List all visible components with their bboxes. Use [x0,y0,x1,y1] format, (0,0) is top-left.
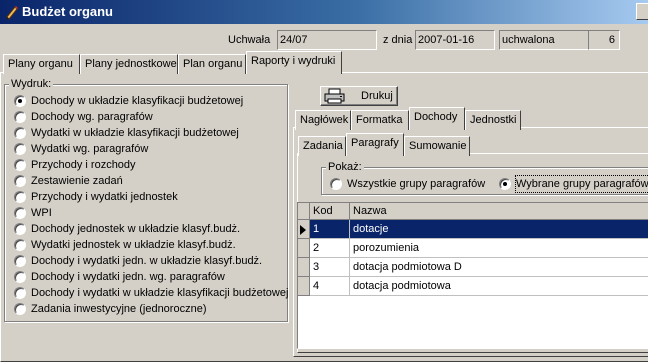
wydruk-option[interactable]: Zadania inwestycyjne (jednoroczne) [14,301,288,317]
tab-jednostki[interactable]: Jednostki [465,110,521,130]
wydruk-label: Wydruk: [9,78,54,90]
radio-button[interactable] [14,287,26,299]
tab-plan-organu[interactable]: Plan organu [178,54,246,74]
wydruk-option-label: Dochody wg. paragrafów [31,111,153,123]
date-field[interactable]: 2007-01-16 [415,30,495,50]
wydruk-option[interactable]: Dochody i wydatki jedn. w układzie klasy… [14,253,288,269]
tab-naglowek[interactable]: Nagłówek [295,110,351,130]
wydruk-option-label: Zestawienie zadań [31,175,123,187]
window-control-button[interactable] [636,3,648,20]
radio-button[interactable] [14,303,26,315]
tab-zadania[interactable]: Zadania [298,136,346,156]
wydruk-option-label: Dochody i wydatki jedn. w układzie klasy… [31,255,263,267]
radio-button[interactable] [14,223,26,235]
column-header-nazwa[interactable]: Nazwa [350,203,648,220]
wydruk-option[interactable]: Przychody i wydatki jednostek [14,189,288,205]
radio-button[interactable] [14,207,26,219]
radio-button[interactable] [14,191,26,203]
wydruk-option-label: Dochody i wydatki jedn. wg. paragrafów [31,271,225,283]
uchwala-label: Uchwała [228,34,271,46]
grid-cell-kod[interactable]: 1 [310,220,350,239]
grid-cell-kod[interactable]: 3 [310,258,350,277]
radio-wszystkie-label: Wszystkie grupy paragrafów [347,178,486,190]
grid-corner [298,203,310,220]
radio-button[interactable] [14,127,26,139]
row-indicator[interactable] [298,277,310,296]
grid-cell-kod[interactable]: 2 [310,239,350,258]
wydruk-option-label: Przychody i rozchody [31,159,136,171]
radio-button[interactable] [14,143,26,155]
radio-wybrane-label: Wybrane grupy paragrafów [515,175,648,193]
print-button-label: Drukuj [361,90,393,102]
wydruk-option-label: Zadania inwestycyjne (jednoroczne) [31,303,207,315]
tab-raporty-i-wydruki[interactable]: Raporty i wydruki [246,51,342,74]
grid-cell-nazwa[interactable]: porozumienia [350,239,648,258]
row-indicator[interactable] [298,258,310,277]
radio-button[interactable] [14,95,26,107]
wydruk-options: Dochody w układzie klasyfikacji budżetow… [14,93,288,317]
radio-wybrane-circle[interactable] [499,178,511,190]
number-field[interactable]: 6 [588,30,620,50]
pen-icon [6,6,18,20]
grid-cell-nazwa[interactable]: dotacja podmiotowa D [350,258,648,277]
radio-button[interactable] [14,239,26,251]
tab-plany-jednostkowe[interactable]: Plany jednostkowe [80,54,178,74]
window-title: Budżet organu [22,4,113,19]
radio-button[interactable] [14,159,26,171]
wydruk-option[interactable]: Dochody wg. paragrafów [14,109,288,125]
tab-paragrafy[interactable]: Paragrafy [346,133,404,156]
wydruk-option[interactable]: Dochody w układzie klasyfikacji budżetow… [14,93,288,109]
radio-button[interactable] [14,111,26,123]
uchwala-field[interactable]: 24/07 [277,30,377,50]
wydruk-option-label: Dochody jednostek w układzie klasyf.budż… [31,223,241,235]
wydruk-option-label: Dochody i wydatki w układzie klasyfikacj… [31,287,289,299]
wydruk-option-label: Wydatki w układzie klasyfikacji budżetow… [31,127,239,139]
wydruk-option[interactable]: Wydatki wg. paragrafów [14,141,288,157]
print-button[interactable]: Drukuj [320,86,398,106]
radio-button[interactable] [14,175,26,187]
wydruk-option[interactable]: Dochody i wydatki w układzie klasyfikacj… [14,285,288,301]
wydruk-option-label: Wydatki wg. paragrafów [31,143,149,155]
radio-button[interactable] [14,271,26,283]
wydruk-option[interactable]: Wydatki jednostek w układzie klasyf.budż… [14,237,288,253]
date-label: z dnia [383,34,413,46]
row-indicator[interactable] [298,239,310,258]
wydruk-option-label: WPI [31,207,52,219]
wydruk-option-label: Wydatki jednostek w układzie klasyf.budż… [31,239,236,251]
wydruk-option[interactable]: Przychody i rozchody [14,157,288,173]
wydruk-option[interactable]: Dochody jednostek w układzie klasyf.budż… [14,221,288,237]
row-indicator[interactable] [298,220,310,239]
wydruk-option[interactable]: WPI [14,205,288,221]
paragrafy-grid[interactable]: Kod Nazwa 1 dotacje 2 porozumienia 3 dotacja … [297,202,648,349]
radio-wybrane[interactable]: Wybrane grupy paragrafów [499,175,648,193]
tab-dochody[interactable]: Dochody [409,107,465,130]
tab-sumowanie[interactable]: Sumowanie [404,136,470,156]
radio-wszystkie[interactable]: Wszystkie grupy paragrafów [330,176,485,192]
wydruk-option[interactable]: Zestawienie zadań [14,173,288,189]
current-row-arrow-icon [300,225,306,235]
radio-button[interactable] [14,255,26,267]
wydruk-option[interactable]: Dochody i wydatki jedn. wg. paragrafów [14,269,288,285]
pokaz-label: Pokaż: [326,161,364,173]
grid-cell-nazwa[interactable]: dotacja podmiotowa [350,277,648,296]
printer-icon [324,88,345,104]
radio-wszystkie-circle[interactable] [330,178,342,190]
status-field[interactable]: uchwalona [499,30,589,50]
wydruk-option-label: Przychody i wydatki jednostek [31,191,178,203]
wydruk-option-label: Dochody w układzie klasyfikacji budżetow… [31,95,244,107]
tab-formatka[interactable]: Formatka [351,110,409,130]
column-header-kod[interactable]: Kod [310,203,350,220]
grid-cell-kod[interactable]: 4 [310,277,350,296]
wydruk-option[interactable]: Wydatki w układzie klasyfikacji budżetow… [14,125,288,141]
grid-cell-nazwa[interactable]: dotacje [350,220,648,239]
tab-plany-organu[interactable]: Plany organu [3,54,80,74]
